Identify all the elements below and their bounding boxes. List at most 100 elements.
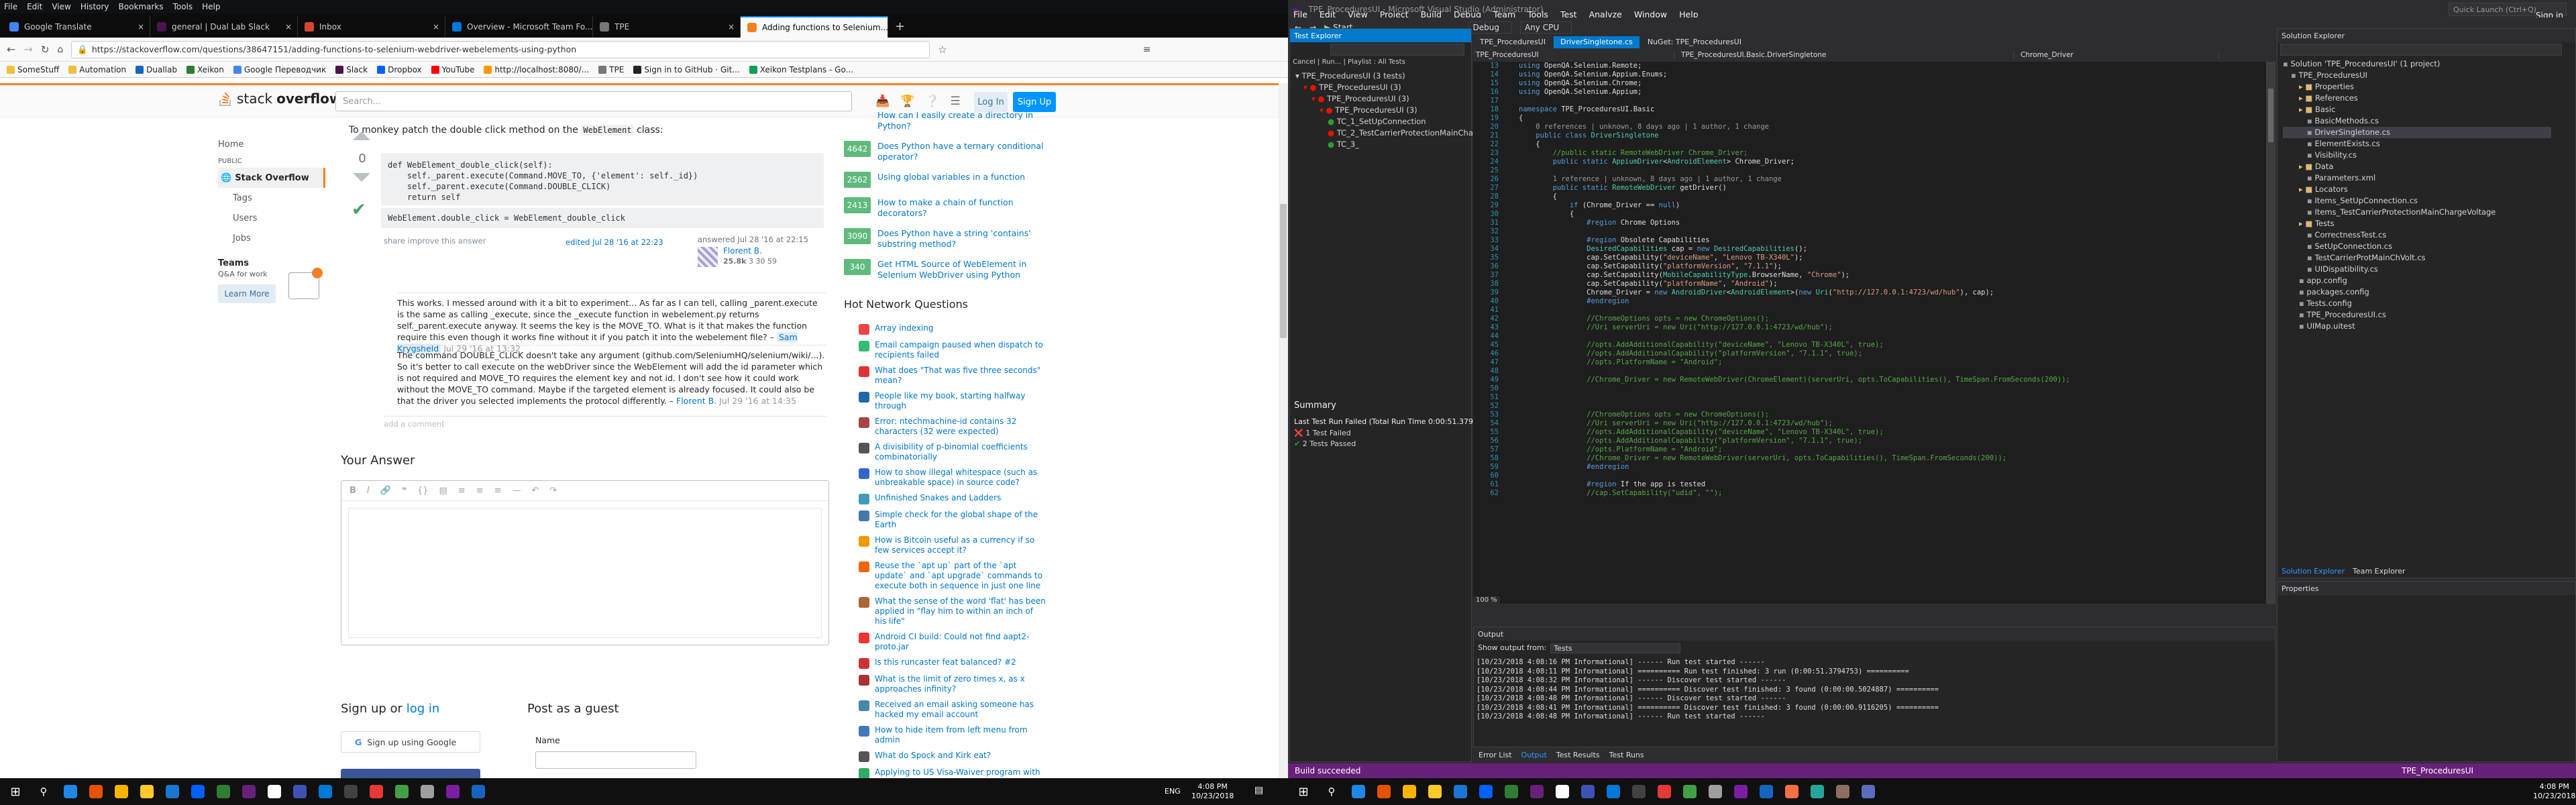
hnq-item[interactable]: How is Bitcoin useful as a currency if s…	[859, 535, 1046, 555]
platform-dropdown[interactable]: Any CPU	[1519, 21, 1572, 34]
taskbar-app-icon[interactable]	[1374, 782, 1394, 802]
taskbar-app-icon[interactable]	[417, 782, 437, 802]
bookmark-item[interactable]: YouTube	[431, 65, 474, 74]
bookmark-item[interactable]: Google Переводчик	[233, 65, 326, 74]
heading-icon[interactable]: ≡	[494, 486, 502, 496]
taskbar-app-icon[interactable]	[239, 782, 259, 802]
solution-tab[interactable]: Solution Explorer	[2282, 567, 2345, 576]
ol-icon[interactable]: ≡	[458, 486, 466, 496]
summary-passed-text[interactable]: 2 Tests Passed	[1303, 439, 1356, 448]
related-item[interactable]: 2413 How to make a chain of function deco…	[844, 197, 1045, 219]
hnq-item[interactable]: What the sense of the word 'flat' has be…	[859, 596, 1046, 627]
solution-tree-item[interactable]: ▸ ■ References	[2283, 93, 2551, 104]
ul-icon[interactable]: ≡	[476, 486, 484, 496]
taskbar-app-icon[interactable]	[1450, 782, 1470, 802]
editor-scrollbar-thumb[interactable]	[2268, 89, 2273, 142]
solution-tree-item[interactable]: ▪ packages.config	[2283, 286, 2551, 298]
browser-tab[interactable]: Inbox ×	[298, 16, 445, 38]
bookmark-item[interactable]: TPE	[598, 65, 624, 74]
login-link[interactable]: log in	[407, 702, 440, 716]
site-switcher-icon[interactable]: ☰	[951, 95, 961, 108]
solution-tree-item[interactable]: ▪ Items_TestCarrierProtectionMainChargeV…	[2283, 207, 2551, 218]
taskbar-app-icon[interactable]	[1399, 782, 1419, 802]
start-icon-2[interactable]: ⊞	[1293, 782, 1313, 802]
user-name[interactable]: Florent B.	[723, 246, 762, 256]
taskbar-app-icon[interactable]	[1501, 782, 1521, 802]
nav-jobs[interactable]: Jobs	[218, 228, 325, 248]
signup-button[interactable]: Sign Up	[1013, 92, 1056, 112]
test-tree-item[interactable]: ● TC_3_	[1295, 139, 1471, 150]
taskbar-app-icon[interactable]	[86, 782, 106, 802]
test-tree-item[interactable]: ▾ ● TPE_ProceduresUI (3)	[1295, 105, 1471, 116]
tab-close-icon[interactable]: ×	[728, 22, 735, 32]
notifications-icon[interactable]: ▤	[1254, 785, 1263, 796]
editor-tab[interactable]: NuGet: TPE_ProceduresUI	[1640, 36, 1748, 48]
editor-scrollbar[interactable]	[2266, 62, 2275, 604]
so-logo[interactable]: stack overflow	[218, 91, 341, 107]
url-bar[interactable]: 🔒 https://stackoverflow.com/questions/38…	[71, 40, 930, 58]
italic-icon[interactable]: I	[367, 486, 370, 496]
bookmark-item[interactable]: Xeikon Testplans - Go...	[749, 65, 853, 74]
back-icon[interactable]: ←	[7, 43, 15, 56]
solution-tree-item[interactable]: ▪ CorrectnessTest.cs	[2283, 229, 2551, 241]
taskbar-app-icon[interactable]	[188, 782, 208, 802]
solution-tree-item[interactable]: ▸ ■ Properties	[2283, 81, 2551, 93]
solution-tree-item[interactable]: ▸ ■ Basic	[2283, 104, 2551, 115]
achievements-icon[interactable]: 🏆	[900, 95, 914, 108]
related-item[interactable]: 2562 Using global variables in a function	[844, 172, 1045, 188]
page-scrollbar-thumb[interactable]	[1280, 204, 1287, 338]
taskbar-app-icon[interactable]	[162, 782, 182, 802]
hnq-item[interactable]: Unfinished Snakes and Ladders	[859, 493, 1046, 504]
forward-icon[interactable]: →	[23, 43, 32, 56]
nav-combo[interactable]: TPE_ProceduresUI.Basic.DriverSingletone	[1678, 51, 2014, 59]
search-icon[interactable]: ⚲	[34, 782, 54, 802]
image-icon[interactable]: ▤	[439, 486, 447, 496]
bookmark-item[interactable]: Xeikon	[186, 65, 224, 74]
hnq-item[interactable]: What does "That was five three seconds" …	[859, 366, 1046, 386]
ff-menu-file[interactable]: File	[4, 2, 17, 11]
tab-close-icon[interactable]: ×	[285, 22, 292, 32]
taskbar-app-icon[interactable]	[1348, 782, 1368, 802]
taskbar-app-icon[interactable]	[213, 782, 233, 802]
bookmark-item[interactable]: SomeStuff	[7, 65, 59, 74]
bookmark-item[interactable]: Sign in to GitHub · Git...	[633, 65, 740, 74]
taskbar-app-icon[interactable]	[1833, 782, 1853, 802]
hnq-item[interactable]: Is this runcaster feat balanced? #2	[859, 657, 1046, 669]
tab-close-icon[interactable]: ×	[138, 22, 144, 32]
taskbar-app-icon[interactable]	[1425, 782, 1445, 802]
taskbar-app-icon[interactable]	[468, 782, 488, 802]
hnq-item[interactable]: Array indexing	[859, 323, 1046, 335]
hnq-item[interactable]: How to hide item from left menu from adm…	[859, 725, 1046, 745]
bottom-tab[interactable]: Error List	[1479, 751, 1512, 759]
hnq-item[interactable]: Error: ntechmachine-id contains 32 chara…	[859, 417, 1046, 437]
taskbar-app-icon[interactable]	[1578, 782, 1598, 802]
taskbar-app-icon[interactable]	[1552, 782, 1572, 802]
solution-tree-item[interactable]: ▪ BasicMethods.cs	[2283, 115, 2551, 127]
taskbar-app-icon[interactable]	[137, 782, 157, 802]
taskbar-app-icon[interactable]	[341, 782, 361, 802]
tab-close-icon[interactable]: ×	[433, 22, 439, 32]
tray-clock-2[interactable]: 4:08 PM 10/23/2018	[2533, 782, 2575, 801]
taskbar-app-icon[interactable]	[315, 782, 335, 802]
taskbar-app-icon[interactable]	[264, 782, 284, 802]
related-item[interactable]: 340 Get HTML Source of WebElement in Sele…	[844, 259, 1045, 280]
hnq-item[interactable]: How to show illegal whitespace (such as …	[859, 468, 1046, 488]
bookmark-item[interactable]: http://localhost:8080/...	[484, 65, 589, 74]
hnq-item[interactable]: Android CI build: Could not find aapt2-p…	[859, 632, 1046, 652]
taskbar-app-icon[interactable]	[1782, 782, 1802, 802]
browser-tab[interactable]: Adding functions to Selenium...×	[741, 16, 888, 38]
answer-textarea[interactable]	[348, 508, 822, 638]
hr-icon[interactable]: —	[513, 486, 521, 496]
solution-tree-item[interactable]: ▸ ■ Tests	[2283, 218, 2551, 229]
add-comment-link[interactable]: add a comment	[384, 416, 826, 429]
inbox-icon[interactable]: 📥	[875, 95, 890, 108]
answer-edited[interactable]: edited Jul 28 '16 at 22:23	[566, 237, 663, 247]
solution-tree-item[interactable]: ▪ Visibility.cs	[2283, 150, 2551, 161]
nav-users[interactable]: Users	[218, 208, 325, 228]
test-search-input[interactable]	[1330, 44, 1464, 56]
ff-menu-history[interactable]: History	[80, 2, 109, 11]
taskbar-app-icon[interactable]	[366, 782, 386, 802]
taskbar-app-icon[interactable]	[1807, 782, 1827, 802]
vote-down-icon[interactable]	[353, 173, 370, 182]
browser-tab[interactable]: Google Translate ×	[3, 16, 150, 38]
